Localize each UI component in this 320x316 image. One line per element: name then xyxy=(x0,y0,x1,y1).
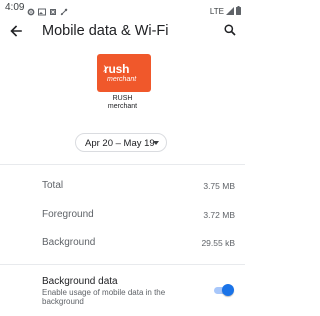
date-range-selector[interactable]: Apr 20 – May 19 xyxy=(75,133,167,152)
divider xyxy=(0,264,245,265)
arrow-back-icon xyxy=(9,24,22,42)
gear-icon xyxy=(27,3,35,16)
cast-icon xyxy=(60,3,68,16)
usage-foreground-value: 3.72 MB xyxy=(203,210,235,220)
date-range-label: Apr 20 – May 19 xyxy=(85,138,155,149)
background-data-subtitle: Enable usage of mobile data in the backg… xyxy=(42,288,166,306)
network-type: LTE xyxy=(209,6,224,16)
background-data-toggle[interactable] xyxy=(212,284,234,297)
usage-background-value: 29.55 kB xyxy=(201,238,235,248)
background-data-title: Background data xyxy=(42,276,118,287)
usage-total-label: Total xyxy=(42,180,64,191)
divider xyxy=(0,164,245,165)
usage-background-label: Background xyxy=(42,237,96,248)
status-time: 4:09 xyxy=(5,2,25,13)
app-icon: rush merchant xyxy=(97,54,151,92)
caret-down-icon xyxy=(153,141,159,145)
usage-total-value: 3.75 MB xyxy=(203,181,235,191)
logo-text-top: rush xyxy=(104,62,130,76)
location-icon xyxy=(49,3,57,15)
status-notification-icons xyxy=(27,3,68,16)
app-bar: Mobile data & Wi-Fi xyxy=(0,17,245,47)
status-bar: 4:09 LTE xyxy=(0,0,245,17)
app-name-line2: merchant xyxy=(107,103,138,110)
app-name: RUSH merchant xyxy=(0,95,245,111)
photo-icon xyxy=(38,3,46,16)
back-button[interactable] xyxy=(7,24,24,41)
search-icon xyxy=(223,23,236,41)
app-name-line1: RUSH xyxy=(112,95,133,102)
logo-text-bottom: merchant xyxy=(107,76,137,83)
usage-foreground-label: Foreground xyxy=(42,209,94,220)
toggle-thumb xyxy=(222,284,234,296)
page-title: Mobile data & Wi-Fi xyxy=(42,23,169,39)
search-button[interactable] xyxy=(221,23,238,40)
